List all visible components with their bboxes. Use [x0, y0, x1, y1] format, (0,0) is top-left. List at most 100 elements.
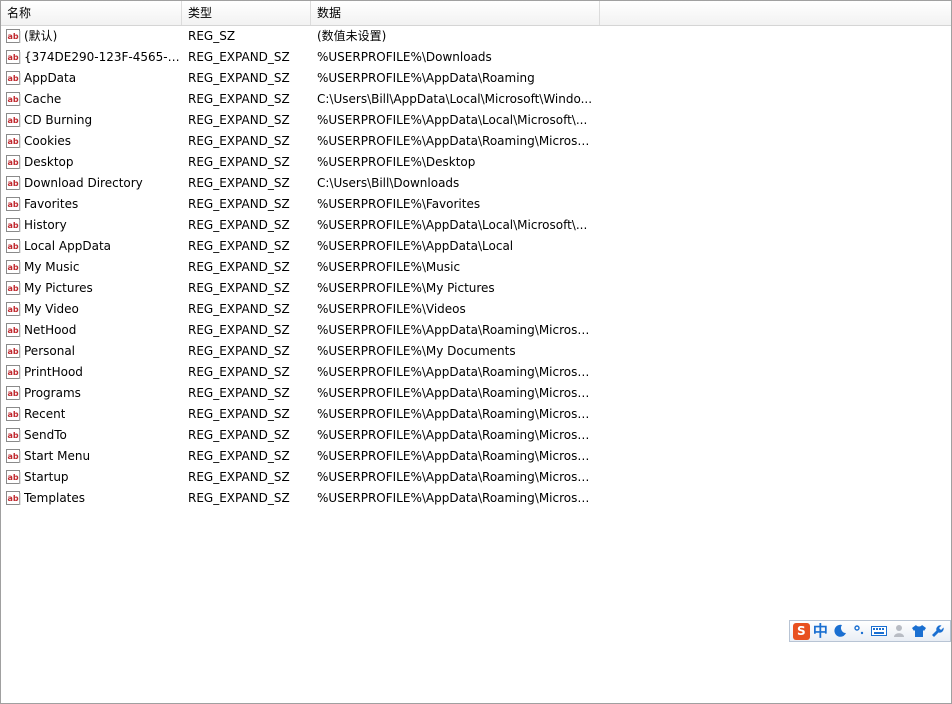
registry-string-value-icon: ab	[6, 71, 21, 86]
value-name: Cache	[24, 92, 62, 106]
moon-icon[interactable]	[831, 622, 849, 640]
registry-string-value-icon: ab	[6, 386, 21, 401]
value-type: REG_EXPAND_SZ	[188, 344, 290, 358]
value-type: REG_EXPAND_SZ	[188, 92, 290, 106]
table-row[interactable]: ab SendTo REG_EXPAND_SZ %USERPROFILE%\AppDa…	[1, 425, 601, 446]
value-data: (数值未设置)	[317, 29, 387, 43]
svg-text:ab: ab	[7, 221, 18, 230]
value-data: %USERPROFILE%\AppData\Local\Microsoft\..…	[317, 113, 588, 127]
value-name-cell[interactable]: ab History	[6, 215, 182, 236]
value-name-cell[interactable]: ab Personal	[6, 341, 182, 362]
table-row[interactable]: ab Templates REG_EXPAND_SZ %USERPROFILE%\Ap…	[1, 488, 601, 509]
language-toggle[interactable]: 中	[811, 622, 829, 640]
value-rows: ab (默认) REG_SZ (数值未设置) ab {374DE290-123F-4565…	[1, 26, 601, 509]
table-row[interactable]: ab Local AppData REG_EXPAND_SZ %USERPROFILE…	[1, 236, 601, 257]
registry-string-value-icon: ab	[6, 428, 21, 443]
svg-text:ab: ab	[7, 284, 18, 293]
value-name: My Pictures	[24, 281, 93, 295]
list-header: 名称 类型 数据	[1, 1, 951, 26]
keyboard-icon[interactable]	[870, 622, 888, 640]
value-name-cell[interactable]: ab Cookies	[6, 131, 182, 152]
table-row[interactable]: ab PrintHood REG_EXPAND_SZ %USERPROFILE%\Ap…	[1, 362, 601, 383]
table-row[interactable]: ab AppData REG_EXPAND_SZ %USERPROFILE%\AppD…	[1, 68, 601, 89]
value-name-cell[interactable]: ab My Video	[6, 299, 182, 320]
registry-string-value-icon: ab	[6, 155, 21, 170]
table-row[interactable]: ab Recent REG_EXPAND_SZ %USERPROFILE%\AppDa…	[1, 404, 601, 425]
value-type: REG_EXPAND_SZ	[188, 197, 290, 211]
table-row[interactable]: ab My Pictures REG_EXPAND_SZ %USERPROFILE%\…	[1, 278, 601, 299]
svg-text:ab: ab	[7, 32, 18, 41]
value-name-cell[interactable]: ab Start Menu	[6, 446, 182, 467]
value-data: %USERPROFILE%\AppData\Roaming\Microso...	[317, 323, 595, 337]
value-name-cell[interactable]: ab Favorites	[6, 194, 182, 215]
value-name-cell[interactable]: ab CD Burning	[6, 110, 182, 131]
value-name: Download Directory	[24, 176, 143, 190]
column-header-data[interactable]: 数据	[311, 1, 600, 25]
table-row[interactable]: ab Startup REG_EXPAND_SZ %USERPROFILE%\AppD…	[1, 467, 601, 488]
table-row[interactable]: ab Desktop REG_EXPAND_SZ %USERPROFILE%\Desk…	[1, 152, 601, 173]
value-name-cell[interactable]: ab AppData	[6, 68, 182, 89]
punctuation-icon[interactable]	[851, 622, 869, 640]
table-row[interactable]: ab Download Directory REG_EXPAND_SZ C:\User…	[1, 173, 601, 194]
value-data: C:\Users\Bill\Downloads	[317, 176, 460, 190]
value-name-cell[interactable]: ab (默认)	[6, 26, 182, 47]
value-name-cell[interactable]: ab Recent	[6, 404, 182, 425]
column-header-name[interactable]: 名称	[1, 1, 182, 25]
value-name-cell[interactable]: ab SendTo	[6, 425, 182, 446]
value-data: %USERPROFILE%\AppData\Local	[317, 239, 514, 253]
table-row[interactable]: ab History REG_EXPAND_SZ %USERPROFILE%\AppD…	[1, 215, 601, 236]
value-data: %USERPROFILE%\AppData\Roaming\Microso...	[317, 386, 595, 400]
table-row[interactable]: ab Cookies REG_EXPAND_SZ %USERPROFILE%\AppD…	[1, 131, 601, 152]
table-row[interactable]: ab Favorites REG_EXPAND_SZ %USERPROFILE%\Fa…	[1, 194, 601, 215]
value-name-cell[interactable]: ab Startup	[6, 467, 182, 488]
registry-string-value-icon: ab	[6, 29, 21, 44]
table-row[interactable]: ab My Music REG_EXPAND_SZ %USERPROFILE%\Mus…	[1, 257, 601, 278]
ime-toolbar: S 中	[789, 620, 951, 642]
table-row[interactable]: ab (默认) REG_SZ (数值未设置)	[1, 26, 601, 47]
value-name-cell[interactable]: ab Download Directory	[6, 173, 182, 194]
table-row[interactable]: ab Cache REG_EXPAND_SZ C:\Users\Bill\AppDat…	[1, 89, 601, 110]
value-name-cell[interactable]: ab NetHood	[6, 320, 182, 341]
value-name-cell[interactable]: ab Programs	[6, 383, 182, 404]
value-data: %USERPROFILE%\My Pictures	[317, 281, 495, 295]
value-name-cell[interactable]: ab Cache	[6, 89, 182, 110]
registry-string-value-icon: ab	[6, 470, 21, 485]
value-type: REG_EXPAND_SZ	[188, 365, 290, 379]
value-name: History	[24, 218, 67, 232]
value-type: REG_EXPAND_SZ	[188, 386, 290, 400]
table-row[interactable]: ab Programs REG_EXPAND_SZ %USERPROFILE%\App…	[1, 383, 601, 404]
value-type: REG_EXPAND_SZ	[188, 50, 290, 64]
registry-value-list: 名称 类型 数据 ab (默认) REG_SZ (数值未设置) ab {374DE290-…	[0, 0, 952, 704]
registry-string-value-icon: ab	[6, 449, 21, 464]
value-name-cell[interactable]: ab My Music	[6, 257, 182, 278]
value-name-cell[interactable]: ab PrintHood	[6, 362, 182, 383]
registry-string-value-icon: ab	[6, 260, 21, 275]
value-name-cell[interactable]: ab Local AppData	[6, 236, 182, 257]
svg-text:ab: ab	[7, 305, 18, 314]
value-name-cell[interactable]: ab My Pictures	[6, 278, 182, 299]
wrench-icon[interactable]	[929, 622, 947, 640]
value-name-cell[interactable]: ab Desktop	[6, 152, 182, 173]
column-header-type[interactable]: 类型	[182, 1, 311, 25]
table-row[interactable]: ab Personal REG_EXPAND_SZ %USERPROFILE%\My …	[1, 341, 601, 362]
value-data: %USERPROFILE%\Videos	[317, 302, 466, 316]
sogou-logo-icon[interactable]: S	[792, 622, 810, 640]
table-row[interactable]: ab NetHood REG_EXPAND_SZ %USERPROFILE%\AppD…	[1, 320, 601, 341]
registry-string-value-icon: ab	[6, 491, 21, 506]
shirt-icon[interactable]	[910, 622, 928, 640]
value-name-cell[interactable]: ab Templates	[6, 488, 182, 509]
table-row[interactable]: ab My Video REG_EXPAND_SZ %USERPROFILE%\Vid…	[1, 299, 601, 320]
value-type: REG_EXPAND_SZ	[188, 302, 290, 316]
table-row[interactable]: ab CD Burning REG_EXPAND_SZ %USERPROFILE%\A…	[1, 110, 601, 131]
registry-string-value-icon: ab	[6, 323, 21, 338]
table-row[interactable]: ab Start Menu REG_EXPAND_SZ %USERPROFILE%\A…	[1, 446, 601, 467]
table-row[interactable]: ab {374DE290-123F-4565-91... REG_EXPAND_SZ…	[1, 47, 601, 68]
registry-string-value-icon: ab	[6, 281, 21, 296]
value-type: REG_SZ	[188, 29, 236, 43]
value-name: Personal	[24, 344, 76, 358]
value-data: %USERPROFILE%\My Documents	[317, 344, 516, 358]
value-type: REG_EXPAND_SZ	[188, 281, 290, 295]
value-name: Start Menu	[24, 449, 91, 463]
user-icon[interactable]	[890, 622, 908, 640]
value-name-cell[interactable]: ab {374DE290-123F-4565-91...	[6, 47, 182, 68]
